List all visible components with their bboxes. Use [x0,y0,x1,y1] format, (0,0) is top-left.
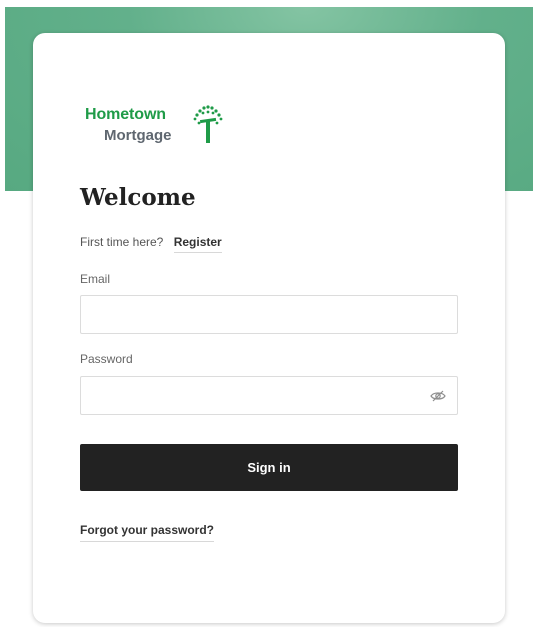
email-field-wrapper [80,295,458,334]
page-title: Welcome [80,184,196,211]
email-label: Email [80,272,111,286]
first-time-text: First time here? [80,235,164,249]
password-field-wrapper [80,376,458,415]
logo-name-line2: Mortgage [104,127,172,144]
tree-logo-icon [193,105,223,143]
email-field[interactable] [81,296,457,333]
brand-logo: Hometown Mortgage [85,104,235,154]
sign-in-button[interactable]: Sign in [80,444,458,491]
password-field[interactable] [81,377,457,414]
logo-name-line1: Hometown [85,106,166,123]
password-label: Password [80,352,133,366]
register-row: First time here? Register [80,235,222,253]
forgot-password-link[interactable]: Forgot your password? [80,523,215,542]
login-page: Hometown Mortgage Welcome First time her… [0,0,533,627]
login-card: Hometown Mortgage Welcome First time her… [33,33,505,623]
register-link[interactable]: Register [173,235,222,253]
eye-off-icon[interactable] [430,389,446,403]
